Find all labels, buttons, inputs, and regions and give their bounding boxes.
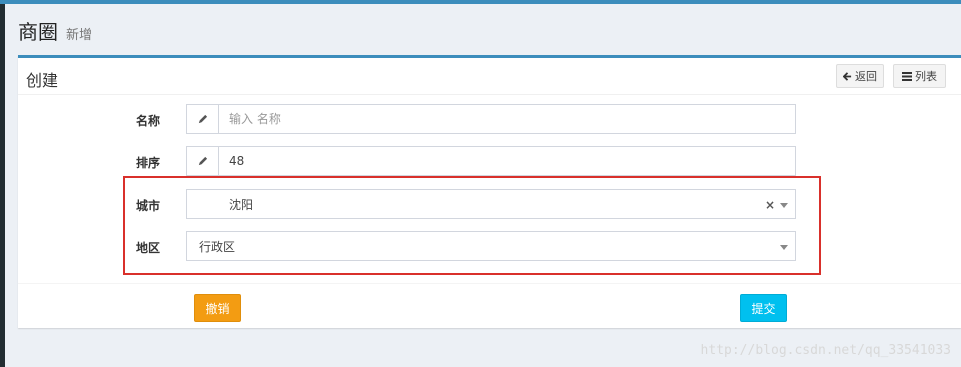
name-input[interactable] <box>219 105 795 133</box>
order-label: 排序 <box>136 156 161 170</box>
form-box: 创建 返回 列表 名称 排序 <box>18 55 961 328</box>
box-footer: 撤销 提交 <box>18 283 961 331</box>
list-button-label: 列表 <box>915 70 937 83</box>
watermark: http://blog.csdn.net/qq_33541033 <box>700 343 951 358</box>
highlight-annotation <box>123 176 821 275</box>
list-icon <box>902 71 912 81</box>
submit-button[interactable]: 提交 <box>740 294 787 322</box>
top-rule <box>0 0 961 4</box>
back-button[interactable]: 返回 <box>836 64 884 88</box>
order-input-group <box>186 146 796 176</box>
name-label: 名称 <box>136 114 161 128</box>
back-button-label: 返回 <box>855 70 877 83</box>
name-input-group <box>186 104 796 134</box>
pencil-icon <box>187 105 219 133</box>
cancel-button[interactable]: 撤销 <box>194 294 241 322</box>
page-subtitle: 新增 <box>66 28 93 43</box>
arrow-left-icon <box>843 71 852 81</box>
page-title: 商圈 <box>18 20 58 44</box>
content-header: 商圈 新增 <box>18 16 92 48</box>
order-input[interactable] <box>219 147 795 175</box>
pencil-icon <box>187 147 219 175</box>
box-header: 创建 返回 列表 <box>18 58 961 95</box>
box-title: 创建 <box>26 71 59 90</box>
list-button[interactable]: 列表 <box>893 64 946 88</box>
sidebar-edge <box>0 0 5 367</box>
